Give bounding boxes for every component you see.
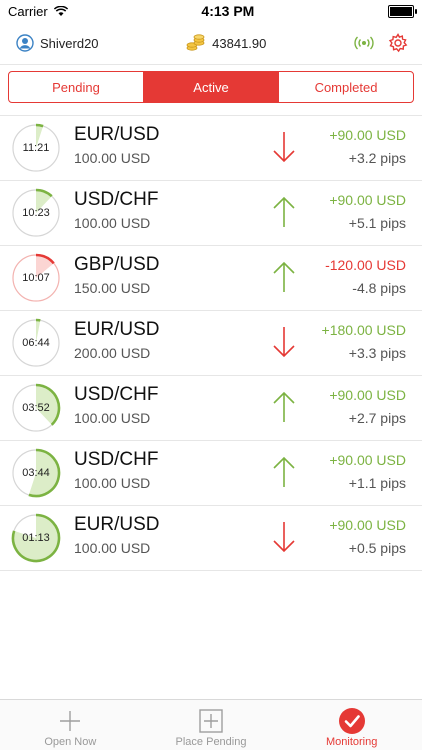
currency-pair: GBP/USD xyxy=(74,254,160,275)
balance-value: 43841.90 xyxy=(212,35,267,51)
tab-open-now-label: Open Now xyxy=(44,736,97,748)
currency-pair: USD/CHF xyxy=(74,189,159,210)
position-timer: 10:23 xyxy=(11,188,61,238)
profit-value: +90.00 USD xyxy=(329,127,406,143)
tab-place-pending-label: Place Pending xyxy=(175,736,247,748)
timer-label: 11:21 xyxy=(22,142,50,154)
profit-value: +90.00 USD xyxy=(329,387,406,403)
position-timer: 10:07 xyxy=(11,253,61,303)
status-segmented-control: Pending Active Completed xyxy=(8,71,414,103)
timer-label: 06:44 xyxy=(22,337,50,349)
pips-value: +1.1 pips xyxy=(348,475,406,491)
plus-square-icon xyxy=(199,709,223,733)
trade-amount: 200.00 USD xyxy=(74,345,151,361)
tab-monitoring-label: Monitoring xyxy=(326,736,378,748)
timer-label: 01:13 xyxy=(22,532,50,544)
tab-active-label: Active xyxy=(193,79,229,95)
profit-value: +90.00 USD xyxy=(329,192,406,208)
timer-label: 10:07 xyxy=(22,272,50,284)
position-row[interactable]: 10:07 GBP/USD 150.00 USD -120.00 USD -4.8 pi… xyxy=(0,246,422,311)
position-row[interactable]: 03:44 USD/CHF 100.00 USD +90.00 USD +1.1 pip… xyxy=(0,441,422,506)
profit-value: +180.00 USD xyxy=(321,322,406,338)
position-row[interactable]: 01:13 EUR/USD 100.00 USD +90.00 USD +0.5 pip… xyxy=(0,506,422,571)
pips-value: +5.1 pips xyxy=(348,215,406,231)
arrow-up-icon xyxy=(272,260,296,294)
currency-pair: EUR/USD xyxy=(74,319,160,340)
timer-label: 03:52 xyxy=(22,402,50,414)
carrier-label: Carrier xyxy=(8,3,48,19)
position-row[interactable]: 11:21 EUR/USD 100.00 USD +90.00 USD +3.2 pip… xyxy=(0,116,422,181)
tab-completed-label: Completed xyxy=(314,79,378,95)
coins-icon xyxy=(186,34,205,51)
balance: 43841.90 xyxy=(186,34,266,52)
signal-broadcast-icon[interactable] xyxy=(354,35,374,51)
check-circle-icon xyxy=(338,708,365,734)
username: Shiverd20 xyxy=(40,35,99,51)
top-bar: Shiverd20 43841.90 xyxy=(0,22,422,65)
arrow-down-icon xyxy=(272,130,296,164)
position-row[interactable]: 06:44 EUR/USD 200.00 USD +180.00 USD +3.3 pi… xyxy=(0,311,422,376)
position-timer: 03:52 xyxy=(11,383,61,433)
position-row[interactable]: 10:23 USD/CHF 100.00 USD +90.00 USD +5.1 pip… xyxy=(0,181,422,246)
trade-amount: 100.00 USD xyxy=(74,215,151,231)
position-timer: 11:21 xyxy=(11,123,61,173)
position-timer: 01:13 xyxy=(11,513,61,563)
trade-amount: 100.00 USD xyxy=(74,150,151,166)
trade-amount: 150.00 USD xyxy=(74,280,151,296)
timer-label: 03:44 xyxy=(22,467,50,479)
tab-pending-label: Pending xyxy=(52,79,100,95)
trade-amount: 100.00 USD xyxy=(74,410,151,426)
tab-place-pending[interactable]: Place Pending xyxy=(141,700,282,750)
positions-list: 11:21 EUR/USD 100.00 USD +90.00 USD +3.2 pip… xyxy=(0,115,422,571)
arrow-down-icon xyxy=(272,325,296,359)
user-avatar-icon xyxy=(16,34,34,52)
currency-pair: USD/CHF xyxy=(74,384,159,405)
pips-value: +3.3 pips xyxy=(348,345,406,361)
plus-icon xyxy=(60,711,81,731)
pips-value: +3.2 pips xyxy=(348,150,406,166)
status-bar: Carrier 4:13 PM xyxy=(0,0,422,22)
gear-icon[interactable] xyxy=(388,33,408,53)
currency-pair: USD/CHF xyxy=(74,449,159,470)
position-timer: 03:44 xyxy=(11,448,61,498)
arrow-up-icon xyxy=(272,195,296,229)
tab-monitoring[interactable]: Monitoring xyxy=(281,700,422,750)
timer-label: 10:23 xyxy=(22,207,50,219)
position-timer: 06:44 xyxy=(11,318,61,368)
profit-value: +90.00 USD xyxy=(329,517,406,533)
tab-open-now[interactable]: Open Now xyxy=(0,700,141,750)
trade-amount: 100.00 USD xyxy=(74,475,151,491)
position-row[interactable]: 03:52 USD/CHF 100.00 USD +90.00 USD +2.7 pip… xyxy=(0,376,422,441)
arrow-up-icon xyxy=(272,390,296,424)
arrow-down-icon xyxy=(272,520,296,554)
pips-value: +0.5 pips xyxy=(348,540,406,556)
tab-pending[interactable]: Pending xyxy=(9,72,144,102)
profit-value: -120.00 USD xyxy=(325,257,406,273)
profit-value: +90.00 USD xyxy=(329,452,406,468)
pips-value: +2.7 pips xyxy=(348,410,406,426)
currency-pair: EUR/USD xyxy=(74,514,160,535)
tab-completed[interactable]: Completed xyxy=(279,72,413,102)
clock: 4:13 PM xyxy=(201,3,255,19)
bottom-tab-bar: Open Now Place Pending Monitoring xyxy=(0,699,422,750)
arrow-up-icon xyxy=(272,455,296,489)
tab-active[interactable]: Active xyxy=(144,72,279,102)
user-profile[interactable]: Shiverd20 xyxy=(16,34,99,52)
currency-pair: EUR/USD xyxy=(74,124,160,145)
trade-amount: 100.00 USD xyxy=(74,540,151,556)
wifi-icon xyxy=(53,5,68,16)
pips-value: -4.8 pips xyxy=(352,280,406,296)
battery-icon xyxy=(388,4,417,18)
